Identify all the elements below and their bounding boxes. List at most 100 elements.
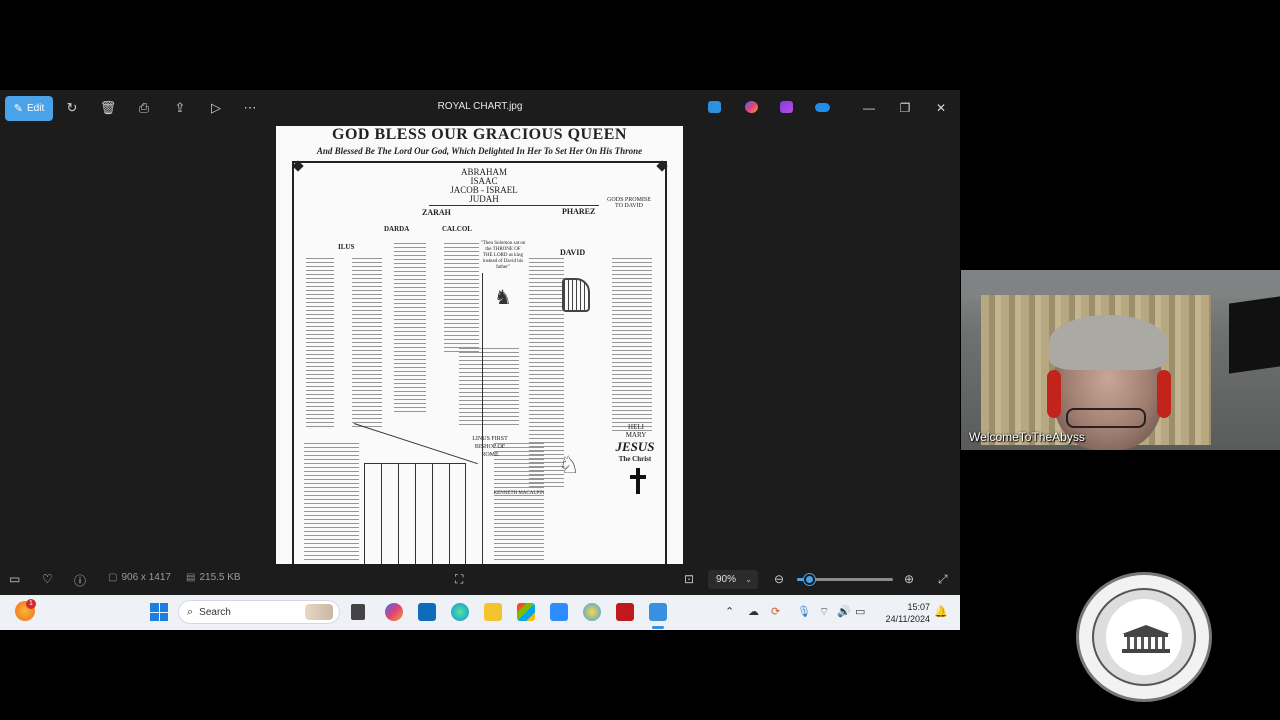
fit-window-icon[interactable]: ⊡ [684,572,694,586]
share-icon[interactable]: ⇪ [168,96,192,120]
more-icon[interactable]: ⋯ [238,96,262,120]
microphone-icon[interactable]: 🎙 [797,605,811,618]
branch-line [429,205,599,206]
onedrive-tray-icon[interactable]: ☁ [748,605,759,618]
disk-icon: ▤ [186,572,196,583]
filmstrip-icon[interactable]: ▭ [9,572,20,586]
lion-rampant-emblem: ♘ [558,452,580,479]
glasses [1066,408,1146,428]
photos-window: ✎ Edit ↻ 🗑 ⎙ ⇪ ▷ ⋯ ROYAL CHART.jpg — ❐ ✕… [0,90,960,595]
file-size-text: 215.5 KB [199,572,241,583]
name-calcol: CALCOL [442,225,472,233]
edit-label: Edit [26,103,45,114]
clock-date: 24/11/2024 [885,614,930,624]
name-zarah: ZARAH [422,208,451,217]
lineage-text [394,243,426,413]
zoom-dropdown[interactable]: 90% ⌄ [708,570,758,589]
linus-bishop: LINUS FIRST BISHOP OF ROME [472,436,508,458]
chevron-up-icon[interactable]: ⌃ [725,605,734,618]
title-bar: ✎ Edit ↻ 🗑 ⎙ ⇪ ▷ ⋯ ROYAL CHART.jpg — ❐ ✕ [0,90,960,124]
zoom-in-icon[interactable]: ⊕ [904,572,914,586]
wifi-icon[interactable]: ⌔ [819,605,829,619]
slideshow-icon[interactable]: ▷ [204,96,228,120]
pen-icon: ✎ [13,103,23,115]
task-view-icon[interactable] [351,604,365,620]
gods-promise: GODS PROMISE TO DAVID [607,197,651,209]
close-button[interactable]: ✕ [931,98,951,118]
harp-emblem [562,278,590,312]
windows-start-icon[interactable] [150,603,168,621]
fullscreen-icon[interactable]: ⤢ [938,572,948,587]
lineage-text [304,443,359,563]
seal-inner [1092,588,1196,686]
sync-icon[interactable]: ⟳ [771,605,780,618]
search-icon: ⌕ [187,605,194,618]
clipchamp-icon[interactable] [780,101,793,113]
presenter-hair [1049,315,1167,370]
name-david: DAVID [560,248,586,257]
taskbar-search[interactable]: ⌕ Search [178,600,340,624]
zoom-slider[interactable] [797,574,893,585]
kenneth-macalpin: KENNETH MACALPIN [493,491,545,496]
copilot-icon[interactable] [745,101,758,113]
store-icon[interactable] [517,603,535,621]
favorite-icon[interactable]: ♡ [42,572,53,586]
delete-icon[interactable]: 🗑 [96,96,120,120]
chart-subheading: And Blessed Be The Lord Our God, Which D… [316,146,643,156]
search-placeholder: Search [199,606,231,618]
outlook-icon[interactable] [418,603,436,621]
institute-seal-logo [1076,572,1212,702]
file-explorer-icon[interactable] [484,603,502,621]
chart-border: ABRAHAM ISAAC JACOB - ISRAEL JUDAH ZARAH… [292,161,667,564]
television [1229,296,1280,374]
notification-badge: 1 [26,599,36,609]
rotate-icon[interactable]: ↻ [60,96,84,120]
maximize-button[interactable]: ❐ [895,98,915,118]
volume-icon[interactable]: 🔊 [837,605,851,618]
top-names: ABRAHAM ISAAC JACOB - ISRAEL JUDAH [444,168,524,204]
image-viewer[interactable]: GOD BLESS OUR GRACIOUS QUEEN And Blessed… [0,124,960,564]
heli-mary: HELI MARY [616,423,656,439]
clock-time: 15:07 [907,602,930,612]
name-mary: MARY [625,431,647,439]
image-size-icon: ▢ [108,572,118,583]
name-ilus: ILUS [338,243,355,251]
royal-columns-table [364,463,466,564]
the-christ: The Christ [618,455,652,463]
chart-heading: GOD BLESS OUR GRACIOUS QUEEN [332,126,627,143]
fit-area-icon[interactable]: ⛶ [455,572,463,587]
battery-icon[interactable]: ▭ [855,605,865,618]
dimensions-info: ▢ 906 x 1417 [108,572,171,583]
lineage-text [444,243,479,353]
zoom-slider-thumb[interactable] [803,574,815,585]
photos-app-icon[interactable] [649,603,667,621]
minimize-button[interactable]: — [859,98,879,118]
zoom-out-icon[interactable]: ⊖ [774,572,784,586]
zoom-app-icon[interactable] [550,603,568,621]
onedrive-icon[interactable] [815,103,830,112]
edge-icon[interactable] [451,603,469,621]
royal-chart-image[interactable]: GOD BLESS OUR GRACIOUS QUEEN And Blessed… [276,126,683,564]
designer-icon[interactable] [708,101,721,113]
copilot-taskbar-icon[interactable] [385,603,403,621]
mcafee-icon[interactable] [616,603,634,621]
tray-clock[interactable]: 15:07 24/11/2024 [872,601,930,625]
notification-bell-icon[interactable]: 🔔 [934,605,948,618]
branch-line [353,423,478,465]
edit-button[interactable]: ✎ Edit [5,96,53,121]
chevron-down-icon: ⌄ [745,575,752,584]
info-icon[interactable]: ⓘ [74,572,86,589]
name-darda: DARDA [384,225,410,233]
lion-emblem: ♞ [494,287,512,309]
webcam-feed: WelcomeToTheAbyss [961,270,1280,450]
dimensions-text: 906 x 1417 [121,572,171,583]
trunk-line [482,273,483,564]
name-pharez: PHAREZ [562,207,596,216]
print-icon[interactable]: ⎙ [132,96,156,120]
chrome-icon[interactable] [583,603,601,621]
search-highlight-icon [305,604,333,620]
active-app-indicator [652,626,664,629]
temple-icon [1122,625,1170,653]
taskbar: 1 ⌕ Search ⌃ ☁ ⟳ 🎙 ⌔ 🔊 ▭ 15:07 24/11/202… [0,595,960,630]
webcam-name-label: WelcomeToTheAbyss [969,430,1085,444]
